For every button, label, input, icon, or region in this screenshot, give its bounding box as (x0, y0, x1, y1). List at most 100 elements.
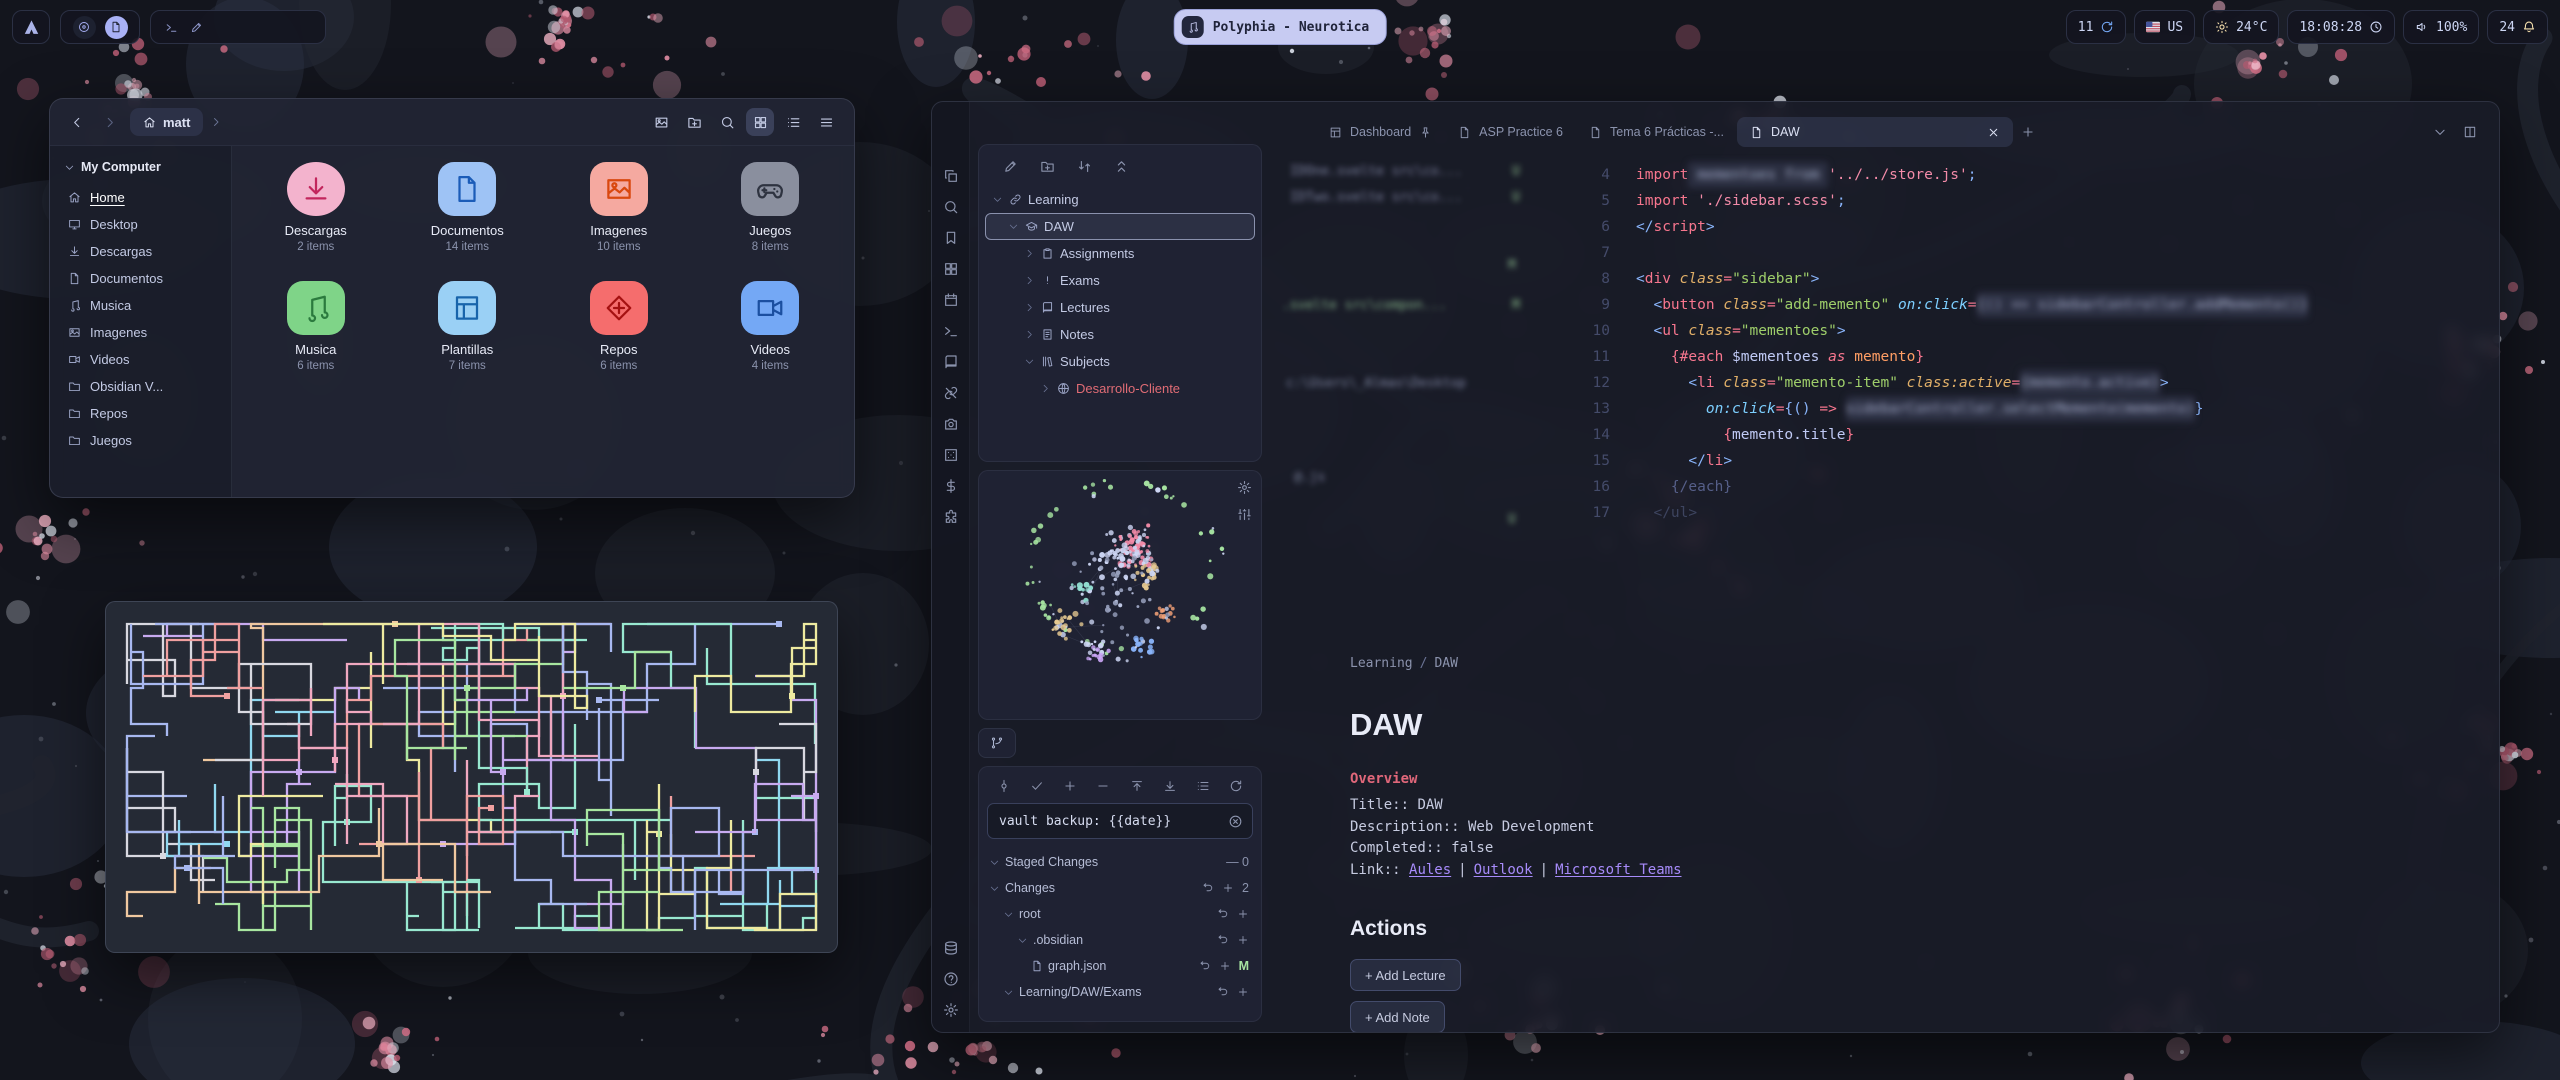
chevron-down-icon-wrap[interactable] (992, 194, 1003, 205)
button-add-lecture[interactable]: + Add Lecture (1350, 959, 1461, 991)
chevron-down-icon-wrap[interactable] (1003, 987, 1014, 998)
sidebar-item-documentos[interactable]: Documentos (60, 265, 221, 292)
folder-videos[interactable]: Videos4 items (695, 281, 847, 372)
chevron-down-icon-wrap[interactable] (989, 857, 1000, 868)
git-row-changes[interactable]: Changes2 (987, 875, 1253, 901)
git-panel-tab[interactable] (978, 728, 1016, 758)
new-folder-button[interactable] (1040, 159, 1055, 174)
plus-action-icon-wrap[interactable] (1222, 882, 1234, 894)
undo-action-icon-wrap[interactable] (1199, 960, 1211, 972)
git-refresh-button[interactable] (1229, 779, 1243, 793)
git-stage-button[interactable] (1063, 779, 1077, 793)
git-push-button[interactable] (1130, 779, 1144, 793)
chevron-down-icon-wrap[interactable] (1008, 221, 1019, 232)
git-pull-button[interactable] (1163, 779, 1177, 793)
chevron-down-icon-wrap[interactable] (1017, 935, 1028, 946)
new-tab-button[interactable] (2021, 125, 2035, 139)
close-tab-button[interactable] (1987, 126, 2000, 139)
tab-daw[interactable]: DAW (1737, 117, 2013, 147)
power-menu-button[interactable] (73, 16, 96, 39)
graph-view[interactable] (979, 471, 1261, 719)
split-pane-button[interactable] (2463, 125, 2477, 139)
new-note-button[interactable] (1003, 159, 1018, 174)
tree-item-daw[interactable]: DAW (985, 213, 1255, 240)
status-clock[interactable]: 18:08:28 (2287, 10, 2395, 44)
sidebar-item-juegos[interactable]: Juegos (60, 427, 221, 454)
folder-juegos[interactable]: Juegos8 items (695, 162, 847, 253)
link-outlook[interactable]: Outlook (1474, 862, 1533, 878)
git-commit-button[interactable] (997, 779, 1011, 793)
undo-action-icon-wrap[interactable] (1217, 986, 1229, 998)
code-editor[interactable]: 4import mementoes from '../../store.js';… (1576, 162, 2308, 526)
plus-action-icon-wrap[interactable] (1219, 960, 1231, 972)
tree-item-desarrollo-cliente[interactable]: Desarrollo-Cliente (985, 375, 1255, 402)
status-keyboard-layout[interactable]: US (2134, 10, 2195, 44)
chevron-right-icon-wrap[interactable] (1024, 302, 1035, 313)
settings-rail-button[interactable] (943, 1002, 959, 1018)
commit-message-input[interactable] (997, 813, 1222, 830)
git-unstage-button[interactable] (1096, 779, 1110, 793)
random-note-rail-button[interactable] (943, 447, 959, 463)
new-folder-button[interactable] (680, 108, 708, 136)
chevron-down-icon-wrap[interactable] (989, 883, 1000, 894)
breadcrumb[interactable]: matt (130, 108, 203, 136)
graph-filter-button[interactable] (1237, 507, 1252, 522)
menu-button[interactable] (812, 108, 840, 136)
tab-list-button[interactable] (2433, 125, 2447, 139)
status-volume[interactable]: 100% (2403, 10, 2479, 44)
tree-item-assignments[interactable]: Assignments (985, 240, 1255, 267)
folder-imagenes[interactable]: Imagenes10 items (543, 162, 695, 253)
git-row-obsidian[interactable]: .obsidian (987, 927, 1253, 953)
plugins-rail-button[interactable] (943, 509, 959, 525)
tree-item-notes[interactable]: Notes (985, 321, 1255, 348)
tree-item-exams[interactable]: Exams (985, 267, 1255, 294)
finance-rail-button[interactable] (943, 478, 959, 494)
folder-descargas[interactable]: Descargas2 items (240, 162, 392, 253)
workspaces-pill[interactable] (150, 10, 326, 44)
folder-musica[interactable]: Musica6 items (240, 281, 392, 372)
note-breadcrumb[interactable]: Learning/DAW (1350, 656, 2439, 671)
tree-item-subjects[interactable]: Subjects (985, 348, 1255, 375)
status-weather[interactable]: 24°C (2203, 10, 2279, 44)
search-button[interactable] (713, 108, 741, 136)
tree-item-lectures[interactable]: Lectures (985, 294, 1255, 321)
screenshot-tool-button[interactable] (647, 108, 675, 136)
reading-rail-button[interactable] (943, 354, 959, 370)
chevron-right-icon-wrap[interactable] (1024, 329, 1035, 340)
tab-asp-practice-6[interactable]: ASP Practice 6 (1445, 117, 1576, 147)
tree-item-learning[interactable]: Learning (985, 186, 1255, 213)
vault-switcher-rail-button[interactable] (943, 940, 959, 956)
sidebar-item-musica[interactable]: Musica (60, 292, 221, 319)
forward-button[interactable] (97, 109, 123, 135)
folder-repos[interactable]: Repos6 items (543, 281, 695, 372)
app-launcher-button[interactable] (12, 10, 50, 44)
graph-view-rail-button[interactable] (943, 261, 959, 277)
sidebar-header[interactable]: My Computer (60, 156, 221, 184)
folder-documentos[interactable]: Documentos14 items (392, 162, 544, 253)
sidebar-item-videos[interactable]: Videos (60, 346, 221, 373)
sidebar-item-home[interactable]: Home (60, 184, 221, 211)
camera-rail-button[interactable] (943, 416, 959, 432)
chevron-down-icon-wrap[interactable] (1003, 909, 1014, 920)
plus-action-icon-wrap[interactable] (1237, 934, 1249, 946)
git-stage-all-button[interactable] (1030, 779, 1044, 793)
sidebar-item-imagenes[interactable]: Imagenes (60, 319, 221, 346)
tab-dashboard[interactable]: Dashboard (1316, 117, 1445, 147)
undo-action-icon-wrap[interactable] (1217, 934, 1229, 946)
git-row-root[interactable]: root (987, 901, 1253, 927)
terminal-rail-button[interactable] (943, 323, 959, 339)
workspace-client-1[interactable] (165, 21, 178, 34)
broken-links-rail-button[interactable] (943, 385, 959, 401)
workspace-client-2[interactable] (190, 21, 203, 34)
bookmarks-rail-button[interactable] (943, 230, 959, 246)
files-rail-button[interactable] (943, 168, 959, 184)
sidebar-item-repos[interactable]: Repos (60, 400, 221, 427)
media-widget[interactable]: Polyphia - Neurotica (1174, 9, 1387, 45)
notes-shortcut-button[interactable] (105, 16, 128, 39)
search-rail-button[interactable] (943, 199, 959, 215)
back-button[interactable] (64, 109, 90, 135)
sidebar-item-obsidian-v[interactable]: Obsidian V... (60, 373, 221, 400)
undo-action-icon-wrap[interactable] (1217, 908, 1229, 920)
sort-order-button[interactable] (1077, 159, 1092, 174)
link-microsoft-teams[interactable]: Microsoft Teams (1555, 862, 1681, 878)
